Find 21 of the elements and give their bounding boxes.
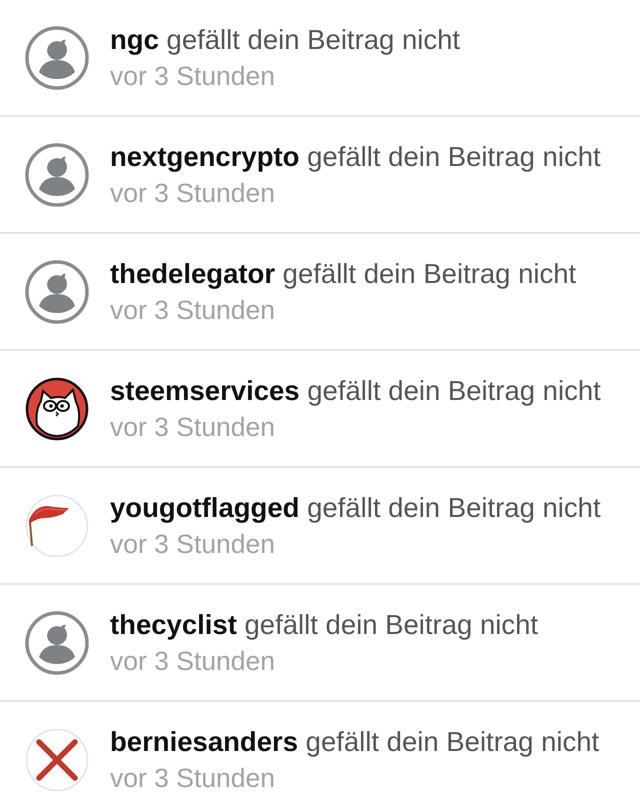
notification-text: thecyclist gefällt dein Beitrag nicht [110, 608, 538, 642]
notification-text: steemservices gefällt dein Beitrag nicht [110, 374, 601, 408]
notification-time: vor 3 Stunden [110, 410, 276, 444]
notification-text: yougotflagged gefällt dein Beitrag nicht [110, 490, 601, 525]
flag-avatar-icon [25, 494, 89, 558]
notification-time: vor 3 Stunden [110, 762, 276, 794]
user-avatar-icon [25, 142, 89, 206]
cross-avatar-icon [25, 728, 89, 792]
notification-text: nextgencrypto gefällt dein Beitrag nicht [110, 140, 601, 174]
notification-time: vor 3 Stunden [110, 60, 276, 92]
notification-time: vor 3 Stunden [110, 294, 276, 326]
notification-time: vor 3 Stunden [110, 528, 276, 560]
user-avatar-icon [25, 260, 89, 324]
user-avatar-icon [25, 610, 89, 674]
notification-time: vor 3 Stunden [110, 176, 276, 210]
notification-text: berniesanders gefällt dein Beitrag nicht [110, 724, 600, 759]
notification-time: vor 3 Stunden [110, 644, 276, 678]
notification-text: ngc gefällt dein Beitrag nicht [110, 22, 460, 57]
notification-text: thedelegator gefällt dein Beitrag nicht [110, 256, 576, 291]
user-avatar-icon [25, 26, 89, 90]
cat-avatar-icon [25, 376, 89, 440]
